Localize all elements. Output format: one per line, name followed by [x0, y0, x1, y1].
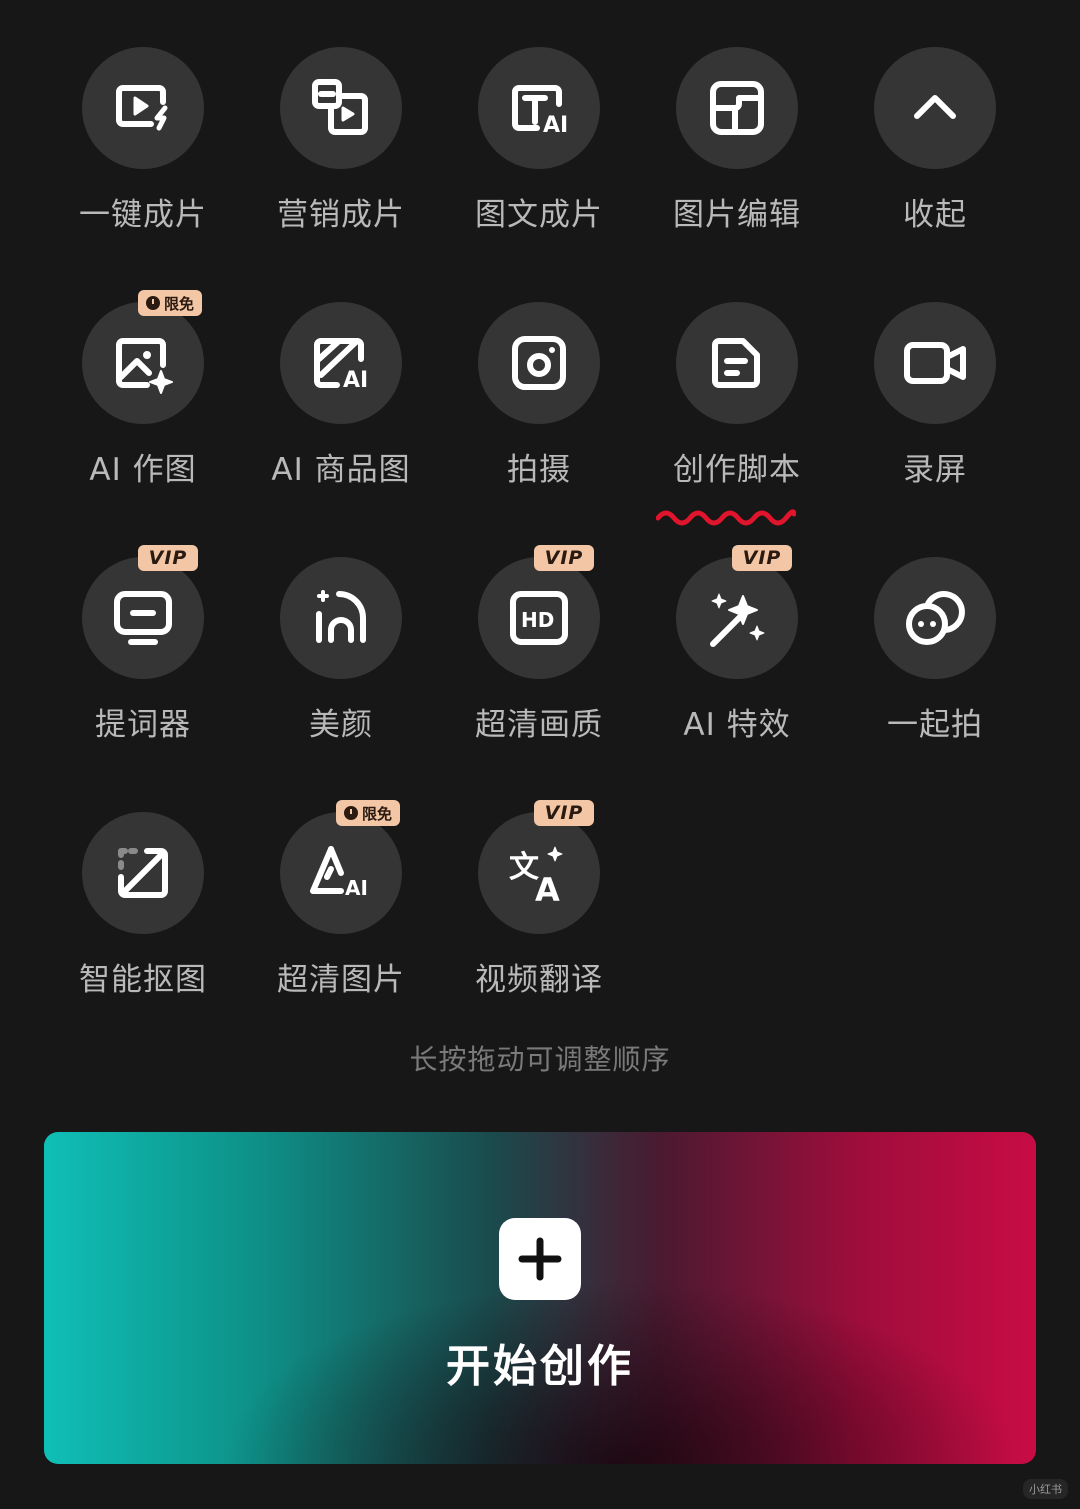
- teleprompter-icon: [82, 557, 204, 679]
- ai-product-image-icon: AI: [280, 302, 402, 424]
- image-edit-icon: [676, 47, 798, 169]
- free-badge: 限免: [138, 290, 202, 316]
- tool-label: AI 商品图: [271, 452, 411, 488]
- clock-icon: [145, 296, 160, 310]
- tool-label: 超清画质: [475, 707, 603, 743]
- smart-cutout-icon: [82, 812, 204, 934]
- tool-label: 拍摄: [507, 452, 571, 488]
- tool-collapse[interactable]: 收起: [836, 47, 1034, 267]
- tool-hd-image[interactable]: AI 限免 超清图片: [242, 800, 440, 1032]
- svg-text:AI: AI: [343, 368, 368, 393]
- ai-image-icon: [82, 302, 204, 424]
- tool-label: 视频翻译: [475, 962, 603, 998]
- quick-video-icon: [82, 47, 204, 169]
- tool-camera[interactable]: 拍摄: [440, 302, 638, 522]
- tool-smart-cutout[interactable]: 智能抠图: [44, 812, 242, 1032]
- svg-text:A: A: [535, 871, 560, 909]
- script-icon: [676, 302, 798, 424]
- chevron-up-icon: [874, 47, 996, 169]
- tool-label: 创作脚本: [673, 452, 801, 488]
- tool-label: 一起拍: [887, 707, 983, 743]
- tool-text-to-video[interactable]: AI 图文成片: [440, 47, 638, 267]
- hd-image-icon: AI: [280, 812, 402, 934]
- start-create-button[interactable]: 开始创作: [44, 1132, 1036, 1464]
- tool-label: 收起: [903, 197, 967, 233]
- tool-hd-quality[interactable]: HD VIP 超清画质: [440, 545, 638, 777]
- beauty-icon: [280, 557, 402, 679]
- hd-quality-icon: HD: [478, 557, 600, 679]
- tool-label: 图文成片: [475, 197, 603, 233]
- tool-label: 智能抠图: [79, 962, 207, 998]
- tool-label: 图片编辑: [673, 197, 801, 233]
- tool-label: 营销成片: [277, 197, 405, 233]
- tool-image-edit[interactable]: 图片编辑: [638, 47, 836, 267]
- vip-badge: VIP: [732, 545, 792, 571]
- tool-ai-image[interactable]: 限免 AI 作图: [44, 290, 242, 522]
- tool-video-translate[interactable]: 文 A VIP 视频翻译: [440, 800, 638, 1032]
- ai-effects-icon: [676, 557, 798, 679]
- tool-beauty[interactable]: 美颜: [242, 557, 440, 777]
- vip-badge: VIP: [534, 800, 594, 826]
- text-to-video-icon: AI: [478, 47, 600, 169]
- tool-script[interactable]: 创作脚本: [638, 302, 836, 522]
- annotation-squiggle: [656, 509, 796, 526]
- tool-quick-video[interactable]: 一键成片: [44, 47, 242, 267]
- start-create-label: 开始创作: [446, 1341, 634, 1392]
- tool-label: AI 作图: [89, 452, 197, 488]
- reorder-hint: 长按拖动可调整顺序: [409, 1043, 671, 1076]
- free-badge: 限免: [336, 800, 400, 826]
- marketing-video-icon: [280, 47, 402, 169]
- svg-text:AI: AI: [345, 876, 368, 900]
- vip-badge: VIP: [534, 545, 594, 571]
- tool-label: 提词器: [95, 707, 191, 743]
- tool-label: 一键成片: [79, 197, 207, 233]
- tool-shoot-together[interactable]: 一起拍: [836, 557, 1034, 777]
- tool-ai-effects[interactable]: VIP AI 特效: [638, 545, 836, 777]
- plus-icon: [499, 1218, 581, 1300]
- vip-badge: VIP: [138, 545, 198, 571]
- tool-label: 超清图片: [277, 962, 405, 998]
- clock-icon: [343, 806, 358, 820]
- svg-text:HD: HD: [521, 608, 554, 632]
- camera-icon: [478, 302, 600, 424]
- svg-text:AI: AI: [543, 113, 568, 138]
- tool-screen-record[interactable]: 录屏: [836, 302, 1034, 522]
- tool-label: AI 特效: [683, 707, 791, 743]
- video-translate-icon: 文 A: [478, 812, 600, 934]
- screen-record-icon: [874, 302, 996, 424]
- tool-ai-product-image[interactable]: AI AI 商品图: [242, 302, 440, 522]
- tool-marketing-video[interactable]: 营销成片: [242, 47, 440, 267]
- tool-label: 录屏: [903, 452, 967, 488]
- tool-teleprompter[interactable]: VIP 提词器: [44, 545, 242, 777]
- tool-label: 美颜: [309, 707, 373, 743]
- shoot-together-icon: [874, 557, 996, 679]
- watermark: 小红书: [1023, 1479, 1068, 1499]
